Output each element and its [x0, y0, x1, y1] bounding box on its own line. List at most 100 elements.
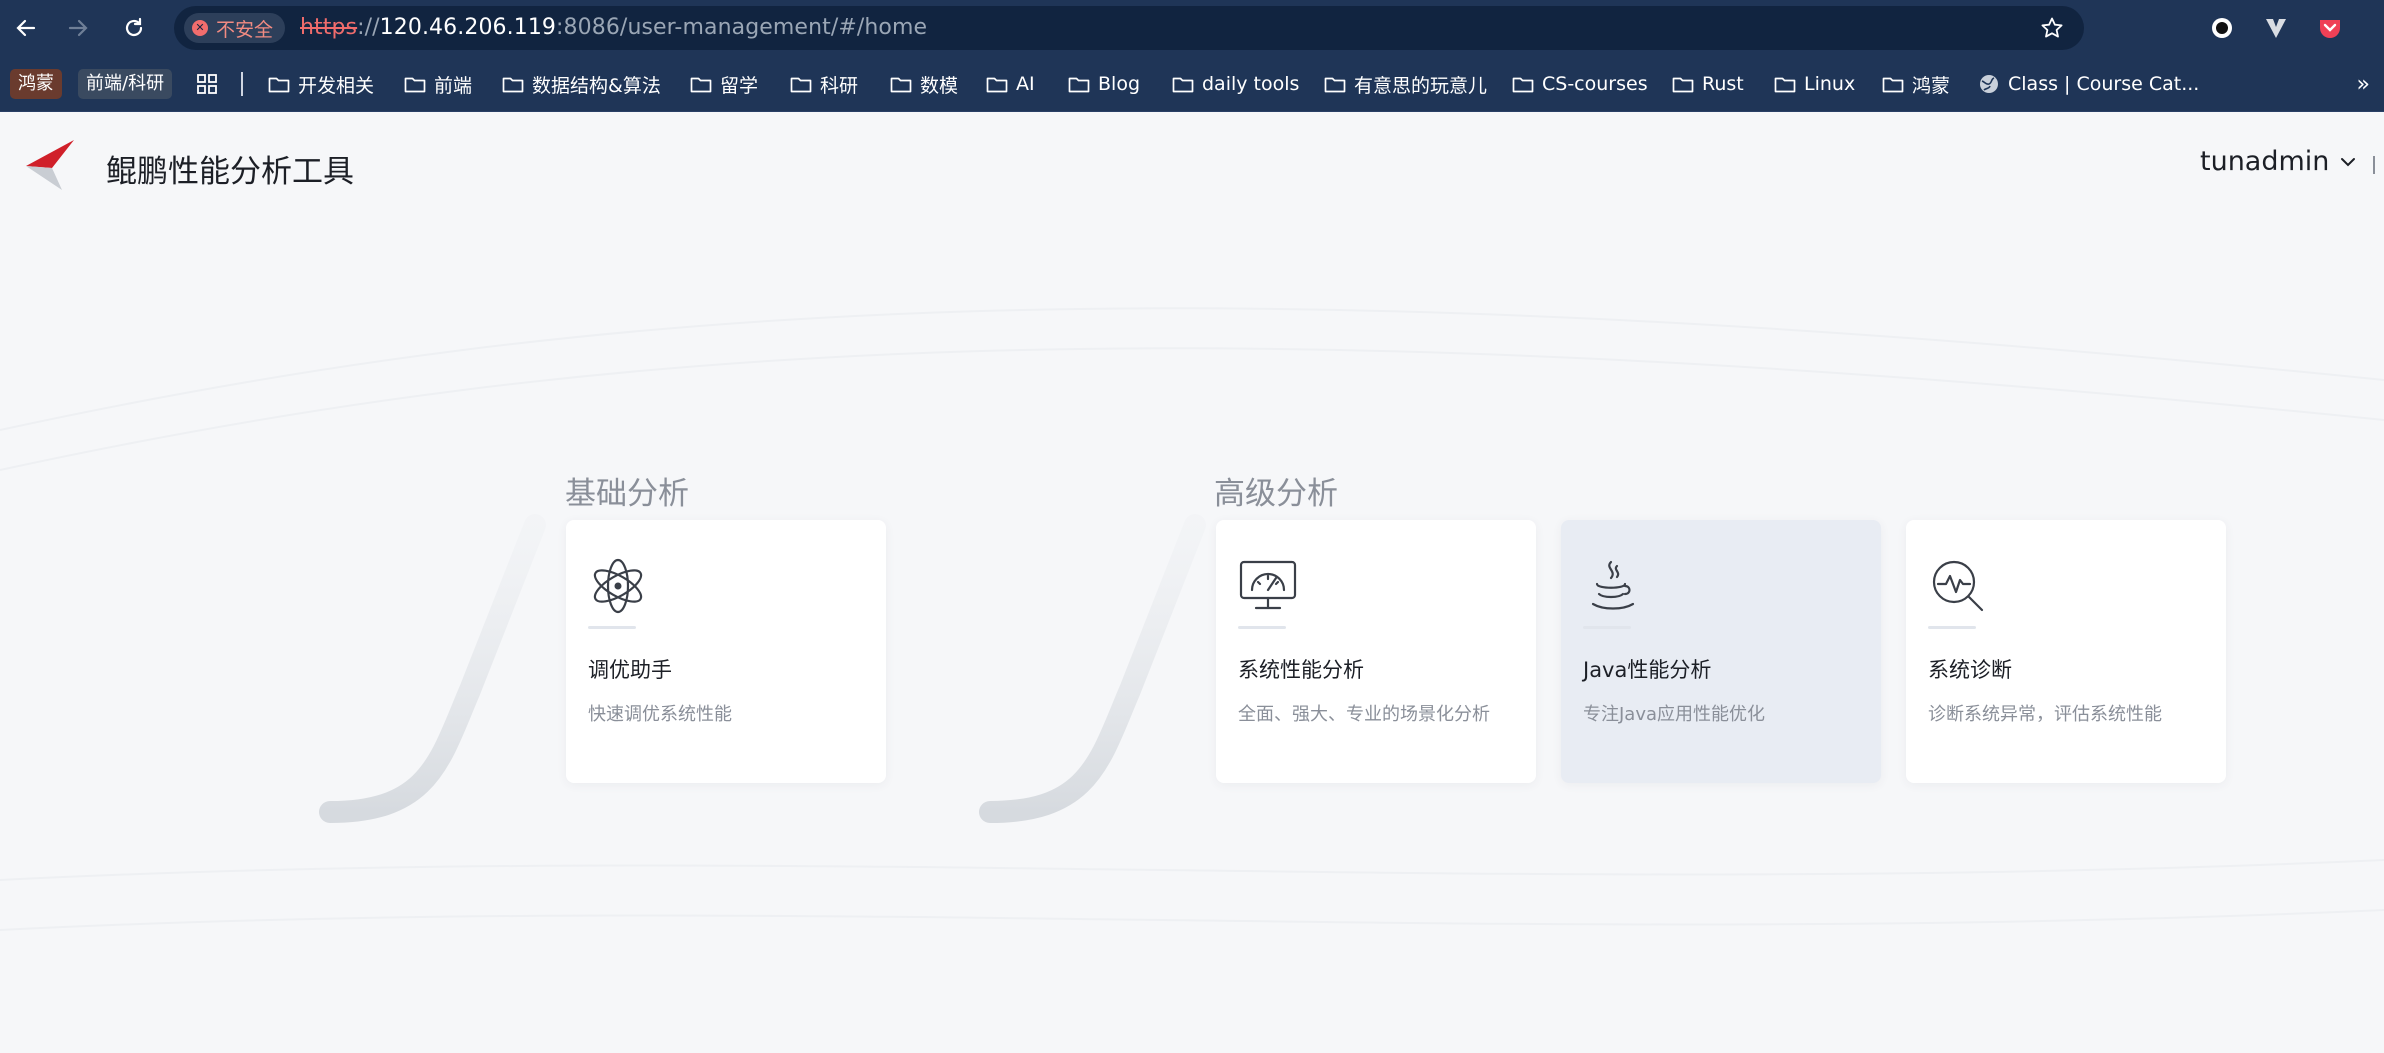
- bookmark-folder[interactable]: Blog: [1068, 67, 1140, 101]
- bookmark-label: Rust: [1702, 73, 1744, 95]
- card-system-performance[interactable]: 系统性能分析 全面、强大、专业的场景化分析: [1216, 520, 1536, 783]
- card-description: 诊断系统异常，评估系统性能: [1928, 704, 2162, 725]
- bookmark-folder[interactable]: 科研: [790, 67, 858, 101]
- diagnosis-search-icon: [1932, 560, 1984, 612]
- bookmark-label: CS-courses: [1542, 73, 1648, 95]
- folder-icon: [1882, 77, 1904, 93]
- grid-icon: [197, 74, 217, 94]
- logo-wing-icon: [26, 140, 74, 190]
- back-button[interactable]: [10, 12, 42, 44]
- atom-icon: [593, 558, 643, 614]
- section-basic-title: 基础分析: [565, 476, 689, 512]
- bookmark-label: 数模: [920, 74, 959, 97]
- bookmark-folder[interactable]: daily tools: [1172, 67, 1299, 101]
- folder-icon: [268, 77, 290, 93]
- card-title: 系统性能分析: [1238, 658, 1364, 682]
- java-cup-icon: [1591, 560, 1635, 610]
- bookmark-label: 开发相关: [298, 74, 375, 97]
- folder-icon: [986, 77, 1008, 93]
- app-title: 鲲鹏性能分析工具: [106, 154, 354, 190]
- reload-button[interactable]: [118, 12, 150, 44]
- bookmark-folder[interactable]: 数据结构&算法: [502, 67, 661, 101]
- bookmark-label: Blog: [1098, 73, 1140, 95]
- forward-button[interactable]: [62, 12, 94, 44]
- bookmark-label: Class | Course Cat...: [2008, 73, 2200, 95]
- bookmark-tag-harmony[interactable]: 鸿蒙: [10, 69, 62, 99]
- browser-toolbar: ✕ 不安全 https://120.46.206.119:8086/user-m…: [0, 0, 2384, 56]
- bookmark-tag-frontend-research[interactable]: 前端/科研: [78, 69, 173, 99]
- bookmark-folder[interactable]: 有意思的玩意儿: [1324, 67, 1487, 101]
- bookmark-label: 留学: [720, 74, 759, 97]
- folder-icon: [790, 77, 812, 93]
- address-bar[interactable]: ✕ 不安全 https://120.46.206.119:8086/user-m…: [174, 6, 2084, 50]
- bookmark-label: daily tools: [1202, 73, 1300, 95]
- security-chip[interactable]: ✕ 不安全: [184, 13, 286, 43]
- folder-icon: [690, 77, 712, 93]
- bookmark-folder[interactable]: 鸿蒙: [1882, 67, 1950, 101]
- bookmark-folder[interactable]: 数模: [890, 67, 958, 101]
- folder-icon: [1324, 77, 1346, 93]
- card-title: Java性能分析: [1583, 658, 1712, 682]
- extension-circle-button[interactable]: [2208, 14, 2236, 42]
- star-icon: [2041, 17, 2063, 38]
- header-divider: [2373, 156, 2375, 174]
- bookmark-label: 数据结构&算法: [532, 74, 661, 97]
- card-underline: [1928, 626, 1976, 629]
- bookmark-folder[interactable]: 前端: [404, 67, 472, 101]
- card-java-performance[interactable]: Java性能分析 专注Java应用性能优化: [1561, 520, 1881, 783]
- folder-icon: [890, 77, 912, 93]
- folder-icon: [1774, 77, 1796, 93]
- folder-icon: [1672, 77, 1694, 93]
- url-text[interactable]: https://120.46.206.119:8086/user-managem…: [300, 15, 927, 40]
- arrow-left-icon: [16, 19, 36, 37]
- bookmarks-separator: [241, 72, 243, 96]
- bookmarks-overflow-button[interactable]: »: [2357, 72, 2370, 97]
- card-system-diagnosis[interactable]: 系统诊断 诊断系统异常，评估系统性能: [1906, 520, 2226, 783]
- v-extension-icon: [2266, 19, 2286, 38]
- folder-icon: [404, 77, 426, 93]
- card-underline: [588, 626, 636, 629]
- section-advanced-title: 高级分析: [1214, 476, 1338, 512]
- arrow-right-icon: [68, 19, 88, 37]
- bookmark-star-button[interactable]: [2040, 16, 2064, 44]
- chevron-down-icon: [2341, 157, 2356, 166]
- bookmark-label: 科研: [820, 74, 859, 97]
- user-menu[interactable]: tunadmin: [2200, 146, 2357, 177]
- bookmark-label: 前端: [434, 74, 473, 97]
- extension-v-button[interactable]: [2262, 14, 2290, 42]
- bookmark-folder[interactable]: Linux: [1774, 67, 1855, 101]
- user-name: tunadmin: [2200, 146, 2330, 177]
- card-description: 专注Java应用性能优化: [1583, 704, 1766, 725]
- card-tuning-assistant[interactable]: 调优助手 快速调优系统性能: [566, 520, 886, 783]
- card-title: 系统诊断: [1928, 658, 2012, 682]
- folder-icon: [1512, 77, 1534, 93]
- card-title: 调优助手: [588, 658, 672, 682]
- card-underline: [1238, 626, 1286, 629]
- apps-grid-button[interactable]: [196, 67, 218, 101]
- bookmark-class-course[interactable]: Class | Course Cat...: [1978, 67, 2199, 101]
- card-description: 全面、强大、专业的场景化分析: [1238, 704, 1490, 725]
- extension-pocket-button[interactable]: [2316, 14, 2344, 42]
- bookmark-label: 有意思的玩意儿: [1354, 74, 1488, 97]
- card-underline: [1583, 626, 1631, 629]
- folder-icon: [1068, 77, 1090, 93]
- folder-icon: [1172, 77, 1194, 93]
- insecure-icon: ✕: [192, 20, 208, 36]
- reload-icon: [125, 17, 143, 37]
- pocket-extension-icon: [2320, 20, 2340, 38]
- bookmarks-bar: 鸿蒙 前端/科研 开发相关 前端 数据结构&算法 留学 科研 数模 AI Blog daily …: [0, 56, 2384, 112]
- card-description: 快速调优系统性能: [588, 704, 732, 725]
- bookmark-label: 鸿蒙: [1912, 74, 1951, 97]
- folder-icon: [502, 77, 524, 93]
- bookmark-folder[interactable]: 开发相关: [268, 67, 374, 101]
- monitor-gauge-icon: [1239, 560, 1297, 610]
- circle-extension-icon: [2212, 18, 2232, 38]
- globe-icon: [1980, 75, 1998, 93]
- bookmark-folder[interactable]: Rust: [1672, 67, 1744, 101]
- bookmark-folder[interactable]: CS-courses: [1512, 67, 1648, 101]
- bookmark-label: Linux: [1804, 73, 1856, 95]
- kunpeng-logo: [22, 136, 78, 192]
- bookmark-folder[interactable]: AI: [986, 67, 1035, 101]
- bookmark-folder[interactable]: 留学: [690, 67, 758, 101]
- bookmark-label: AI: [1016, 73, 1035, 95]
